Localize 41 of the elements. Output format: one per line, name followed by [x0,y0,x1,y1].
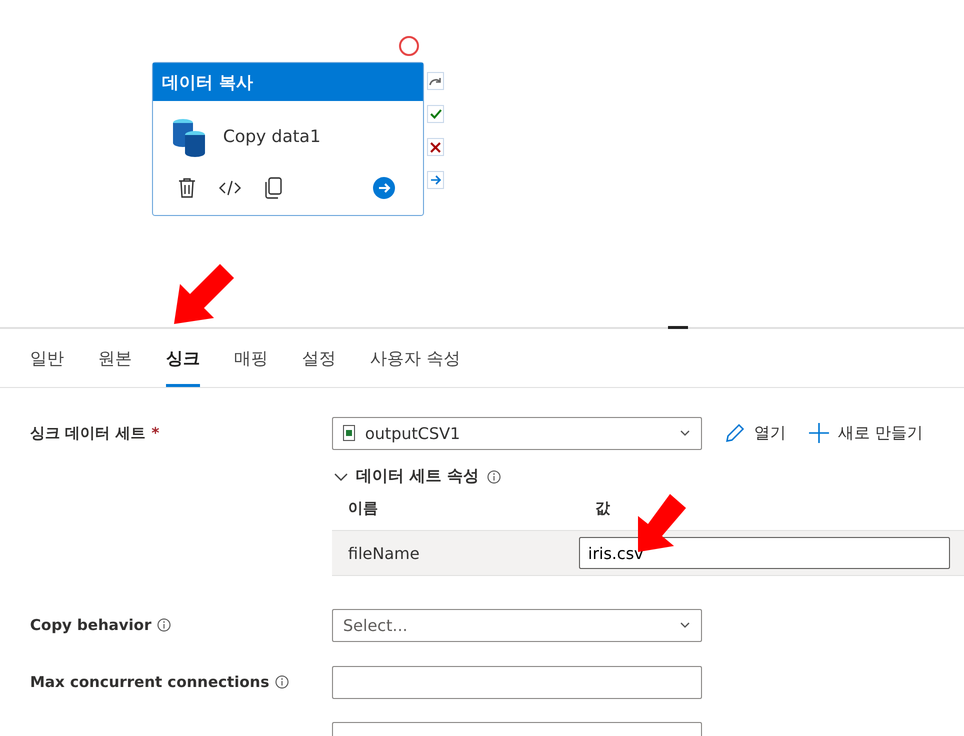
check-icon[interactable] [427,105,444,123]
select-dropdown[interactable]: Select... [332,608,702,642]
info-icon [157,618,172,632]
field-label: Copy behavior [30,616,152,634]
activity-name: Copy data1 [223,127,321,147]
tab[interactable]: 원본 [98,347,132,387]
section-toggle[interactable]: 데이터 세트 속성 [332,452,964,493]
skip-icon[interactable] [427,72,444,90]
dataset-dropdown[interactable]: outputCSV1 [332,416,702,450]
field-label: Max concurrent connections [30,673,270,691]
annotation-arrow [172,262,236,326]
trash-icon[interactable] [177,177,197,199]
arrow-right-icon[interactable] [427,171,444,189]
activity-node[interactable]: 데이터 복사 Copy data1 [152,62,424,216]
required-mark: * [151,424,160,442]
tab[interactable]: 싱크 [166,347,200,387]
tab[interactable]: 매핑 [234,347,268,387]
info-icon [487,470,502,484]
input-field[interactable] [332,666,702,698]
open-button[interactable]: 열기 [724,422,786,444]
plus-icon [808,422,830,444]
new-button[interactable]: 새로 만들기 [808,422,924,444]
tab[interactable]: 일반 [30,347,64,387]
chevron-icon [334,472,348,482]
arrow-circle-icon[interactable] [373,177,395,199]
tab[interactable]: 사용자 속성 [370,347,460,387]
value-field[interactable]: iris.csv [579,537,950,569]
pencil-icon [724,422,746,444]
tab[interactable]: 설정 [302,347,336,387]
database-icon [171,117,207,157]
field-label: 싱크 데이터 세트 [30,424,146,442]
column-header: 이름 [348,499,379,518]
code-icon[interactable] [219,180,241,196]
property-name: fileName [348,544,421,562]
column-header: 값 [595,499,611,518]
info-icon [275,675,290,689]
node-header: 데이터 복사 [153,63,423,101]
circle-marker [399,36,419,56]
cross-icon[interactable] [427,138,444,156]
copy-icon[interactable] [263,177,283,199]
file-icon [343,425,355,441]
